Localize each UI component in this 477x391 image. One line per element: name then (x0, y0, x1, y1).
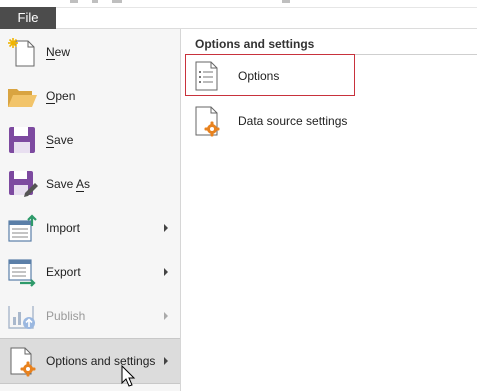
import-icon (8, 214, 37, 242)
menu-item-new[interactable]: New (0, 30, 180, 74)
menu-item-options-and-settings[interactable]: Options and settings (0, 338, 180, 384)
menu-item-save-as[interactable]: Save As (0, 162, 180, 206)
menu-item-label: Save As (46, 177, 91, 192)
submenu-arrow-icon (164, 224, 168, 232)
file-tab[interactable]: File (0, 7, 56, 29)
title-bar-fragment (70, 0, 78, 3)
title-bar-fragment (92, 0, 98, 3)
title-bar (0, 0, 477, 8)
save-as-icon (9, 171, 38, 197)
new-file-icon (8, 38, 35, 67)
open-folder-icon (8, 89, 37, 107)
export-icon (8, 259, 36, 287)
submenu-arrow-icon (164, 268, 168, 276)
menu-item-import[interactable]: Import (0, 206, 180, 250)
save-icon (9, 127, 35, 153)
menu-item-label: Import (46, 221, 81, 235)
menu-item-open[interactable]: Open (0, 74, 180, 118)
options-list-icon (195, 61, 218, 91)
options-settings-icon (10, 347, 36, 377)
menu-item-save[interactable]: Save (0, 118, 180, 162)
submenu-arrow-icon (164, 312, 168, 320)
publish-icon (8, 306, 35, 329)
file-menu: New Open Save Save As Import Export Publ… (0, 29, 181, 391)
menu-item-label: Export (46, 265, 81, 279)
menu-item-publish[interactable]: Publish (0, 294, 180, 338)
submenu-item-options[interactable]: Options (191, 56, 451, 96)
mouse-pointer-icon (121, 365, 136, 387)
menu-item-label: New (46, 45, 71, 60)
submenu-item-label: Options (238, 69, 280, 83)
submenu-item-data-source-settings[interactable]: Data source settings (191, 101, 451, 141)
menu-item-label: Save (46, 133, 74, 148)
title-bar-fragment (112, 0, 122, 3)
panel-title: Options and settings (195, 37, 315, 51)
options-settings-panel: Options and settings Options Data source… (181, 29, 477, 391)
menu-item-label: Options and settings (46, 354, 156, 368)
data-source-settings-icon (195, 106, 220, 137)
submenu-item-label: Data source settings (238, 114, 348, 128)
submenu-arrow-icon (164, 357, 168, 365)
title-bar-fragment (282, 0, 290, 3)
menu-item-export[interactable]: Export (0, 250, 180, 294)
menu-item-label: Open (46, 89, 76, 104)
menu-item-label: Publish (46, 309, 86, 323)
panel-divider (186, 54, 477, 55)
